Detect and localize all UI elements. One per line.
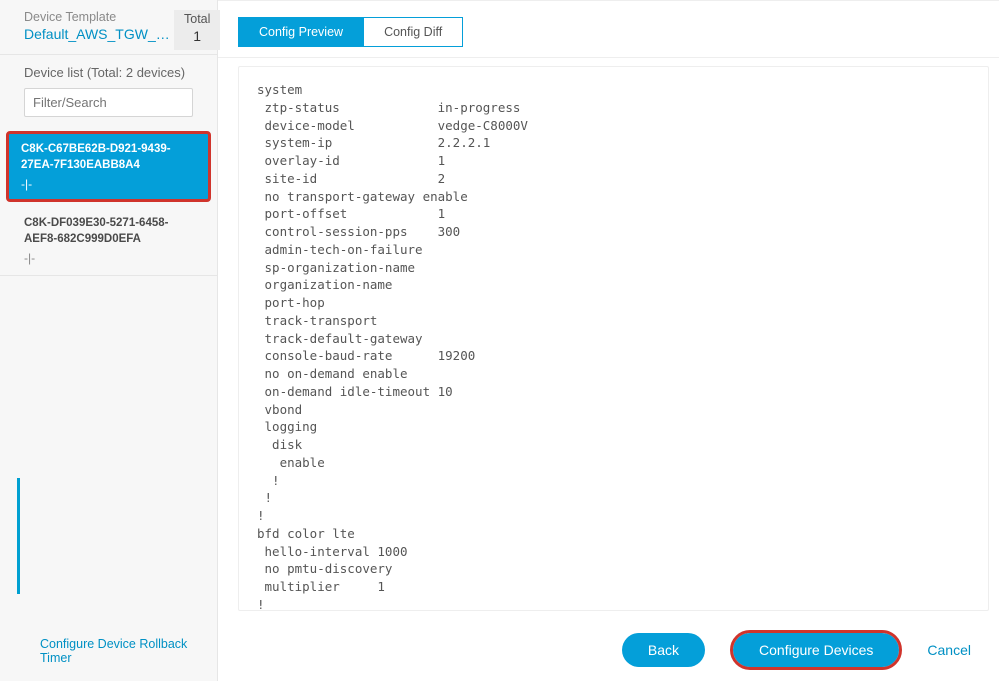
device-uuid: C8K-C67BE62B-D921-9439-27EA-7F130EABB8A4 bbox=[21, 142, 196, 173]
device-item[interactable]: C8K-DF039E30-5271-6458-AEF8-682C999D0EFA… bbox=[0, 206, 217, 276]
device-uuid: C8K-DF039E30-5271-6458-AEF8-682C999D0EFA bbox=[24, 216, 201, 247]
app-root: Device Template Default_AWS_TGW_C8... To… bbox=[0, 0, 999, 681]
template-info: Device Template Default_AWS_TGW_C8... bbox=[24, 10, 174, 42]
config-preview-pane[interactable]: system ztp-status in-progress device-mod… bbox=[238, 66, 989, 611]
tabs-row: Config PreviewConfig Diff bbox=[218, 1, 999, 58]
device-sub: -|- bbox=[24, 251, 201, 265]
search-wrap bbox=[0, 88, 217, 127]
tab-config-diff[interactable]: Config Diff bbox=[363, 17, 463, 47]
search-input[interactable] bbox=[24, 88, 193, 117]
total-column: Total 1 bbox=[174, 10, 220, 50]
device-item-selected[interactable]: C8K-C67BE62B-D921-9439-27EA-7F130EABB8A4… bbox=[6, 131, 211, 202]
sidebar: Device Template Default_AWS_TGW_C8... To… bbox=[0, 0, 218, 681]
total-value: 1 bbox=[184, 28, 210, 44]
total-label: Total bbox=[184, 12, 210, 26]
sidebar-header: Device Template Default_AWS_TGW_C8... To… bbox=[0, 0, 217, 55]
accent-bar bbox=[17, 478, 20, 594]
cancel-button[interactable]: Cancel bbox=[927, 642, 971, 658]
device-list-header: Device list (Total: 2 devices) bbox=[0, 55, 217, 88]
rollback-timer-link[interactable]: Configure Device Rollback Timer bbox=[0, 621, 217, 681]
template-label: Device Template bbox=[24, 10, 174, 24]
configure-devices-button[interactable]: Configure Devices bbox=[733, 633, 899, 667]
main-panel: Config PreviewConfig Diff system ztp-sta… bbox=[218, 0, 999, 681]
device-list: C8K-C67BE62B-D921-9439-27EA-7F130EABB8A4… bbox=[0, 127, 217, 621]
tab-config-preview[interactable]: Config Preview bbox=[238, 17, 363, 47]
footer-actions: Back Configure Devices Cancel bbox=[218, 611, 999, 681]
device-sub: -|- bbox=[21, 177, 196, 191]
config-text: system ztp-status in-progress device-mod… bbox=[257, 81, 970, 611]
back-button[interactable]: Back bbox=[622, 633, 705, 667]
template-name[interactable]: Default_AWS_TGW_C8... bbox=[24, 26, 174, 42]
